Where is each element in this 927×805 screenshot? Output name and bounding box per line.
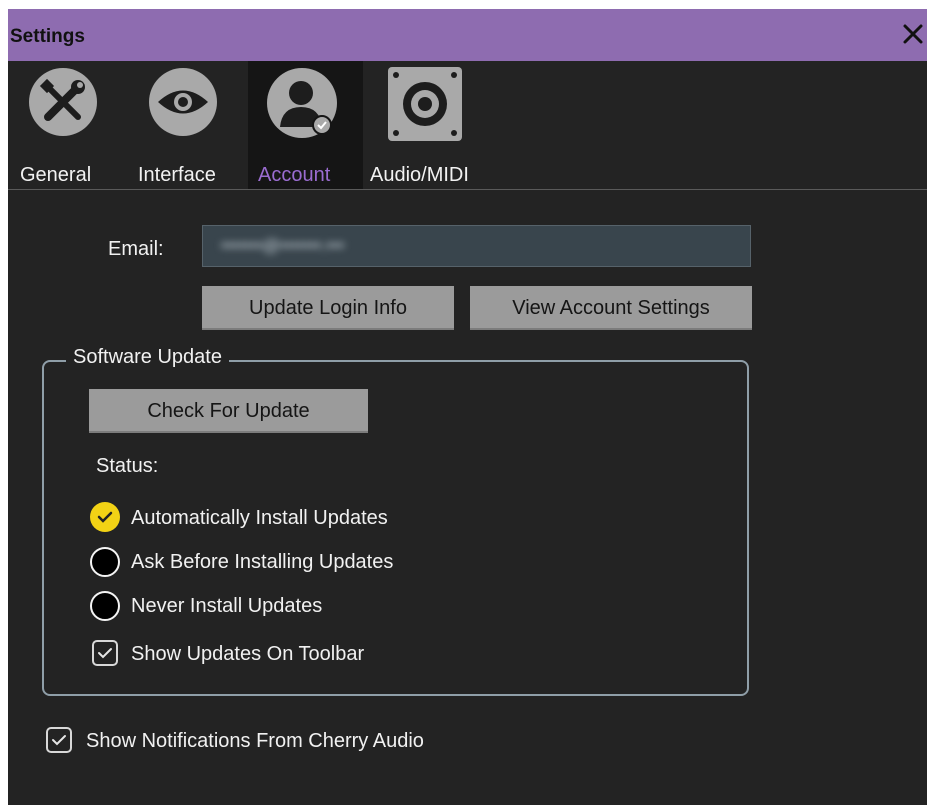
speaker-icon: [388, 67, 462, 141]
show-updates-toolbar-label: Show Updates On Toolbar: [131, 643, 365, 665]
close-icon[interactable]: [901, 22, 925, 46]
tab-label: Interface: [138, 164, 216, 186]
email-field[interactable]: •••••••@•••••••.•••: [202, 225, 751, 267]
title-bar: Settings: [8, 9, 927, 61]
view-account-settings-button[interactable]: View Account Settings: [470, 286, 752, 330]
tab-label: Audio/MIDI: [370, 164, 469, 186]
status-label: Status:: [96, 455, 159, 477]
tab-audio-midi[interactable]: Audio/MIDI: [366, 61, 484, 189]
settings-window: Settings General Interface Account Audio…: [8, 9, 927, 805]
show-notifications-label: Show Notifications From Cherry Audio: [86, 730, 424, 752]
checkmark-icon: [98, 648, 112, 659]
tools-icon: [29, 68, 97, 136]
radio-ask-before-install[interactable]: [90, 547, 120, 577]
update-login-button[interactable]: Update Login Info: [202, 286, 454, 330]
software-update-title: Software Update: [66, 346, 229, 369]
show-notifications-checkbox[interactable]: [46, 727, 72, 753]
tab-divider: [8, 189, 927, 190]
option-label: Ask Before Installing Updates: [131, 551, 394, 573]
tab-label: General: [20, 164, 92, 186]
option-label: Never Install Updates: [131, 595, 323, 617]
settings-tabs: General Interface Account Audio/MIDI: [8, 61, 927, 189]
tab-label: Account: [258, 164, 331, 186]
radio-auto-install[interactable]: [90, 502, 120, 532]
radio-never-install[interactable]: [90, 591, 120, 621]
user-icon: [267, 68, 337, 138]
window-title: Settings: [10, 26, 85, 47]
show-updates-toolbar-checkbox[interactable]: [92, 640, 118, 666]
tab-interface[interactable]: Interface: [132, 61, 242, 189]
email-label: Email:: [108, 238, 164, 260]
eye-icon: [149, 68, 217, 136]
tab-account[interactable]: Account: [248, 61, 363, 189]
option-label: Automatically Install Updates: [131, 507, 388, 529]
checkmark-icon: [97, 511, 113, 523]
checkmark-icon: [52, 735, 66, 746]
tab-general[interactable]: General: [8, 61, 118, 189]
check-for-update-button[interactable]: Check For Update: [89, 389, 368, 433]
